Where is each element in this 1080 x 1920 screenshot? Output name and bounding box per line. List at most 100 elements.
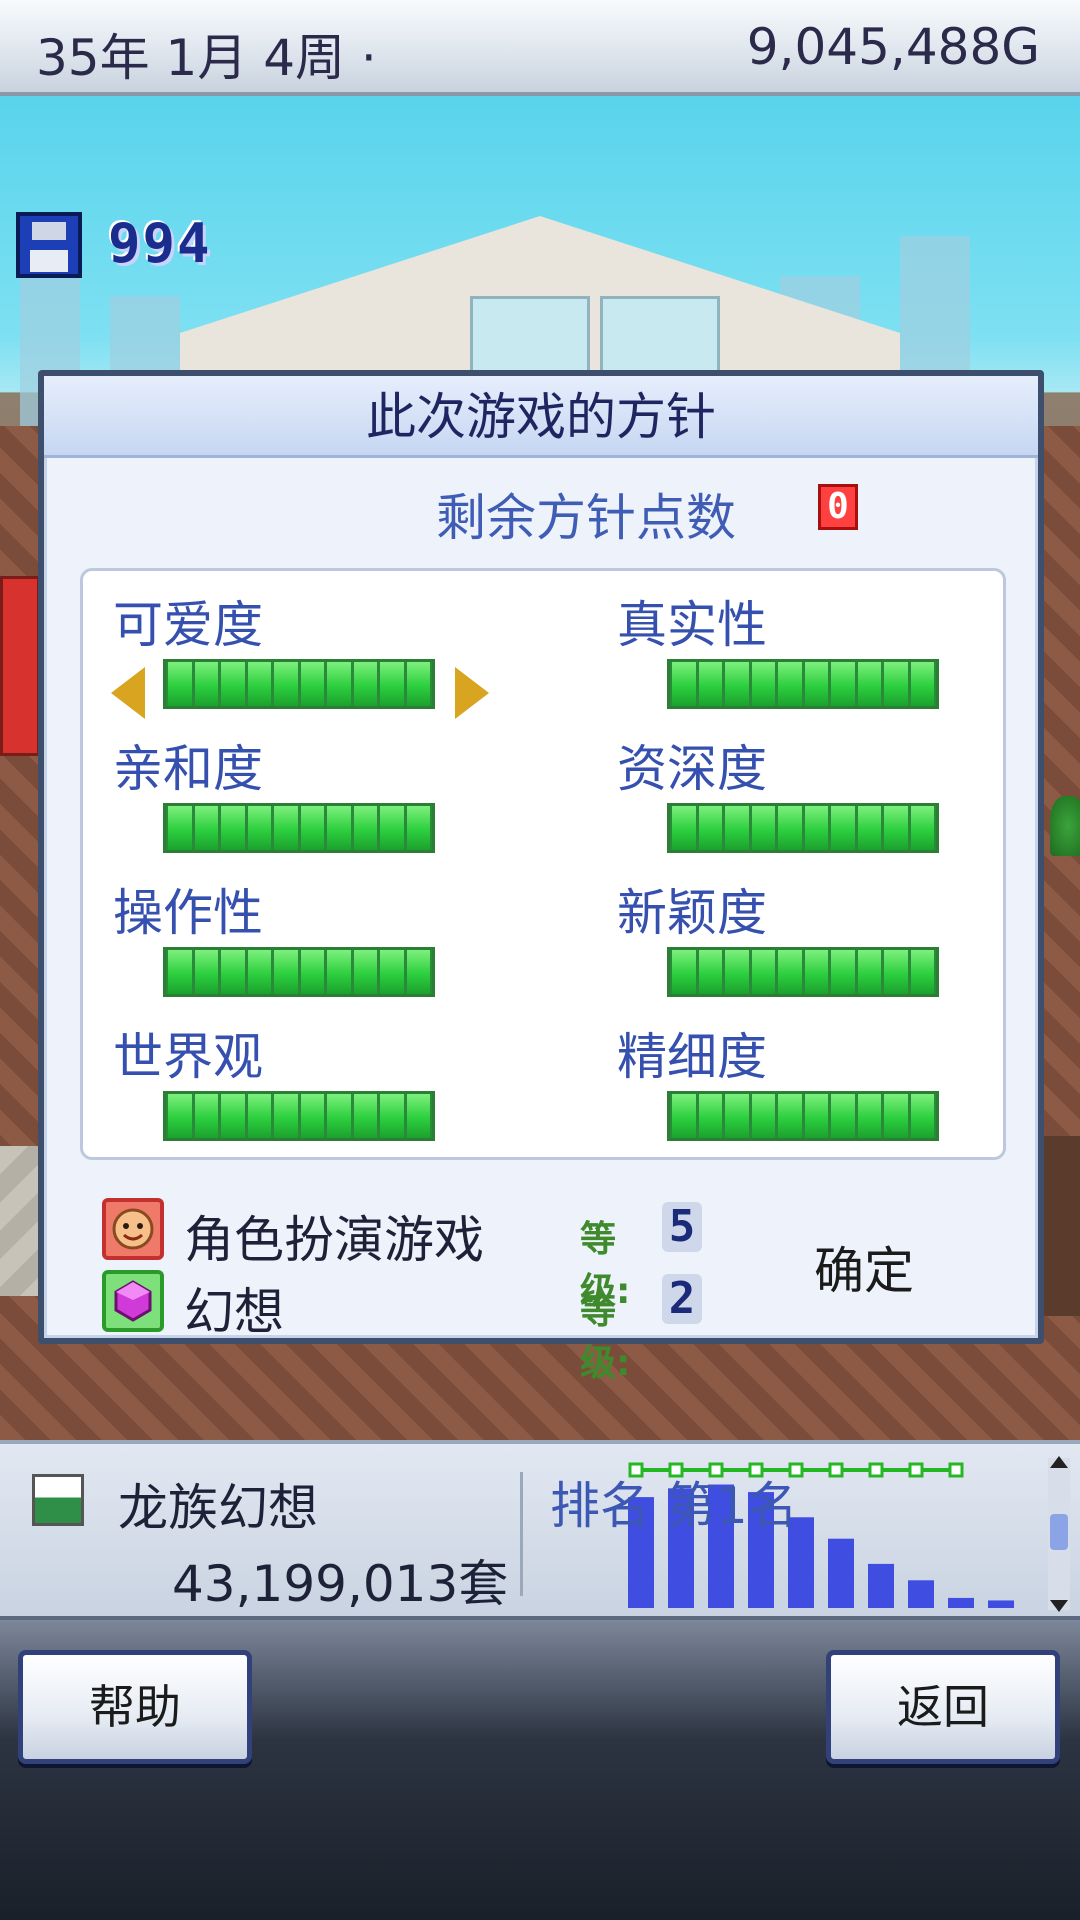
attribute-label: 精细度 <box>617 1028 767 1086</box>
chart-bar <box>828 1538 854 1608</box>
scroll-down-icon[interactable] <box>1050 1600 1068 1612</box>
level-label: 等级: <box>580 1291 631 1384</box>
bar-segment <box>831 1094 855 1138</box>
attribute-affinity[interactable]: 亲和度 <box>83 715 503 855</box>
bar-segment <box>406 950 430 994</box>
bar-segment <box>725 950 749 994</box>
back-button[interactable]: 返回 <box>826 1650 1060 1764</box>
attribute-bar <box>667 1091 939 1141</box>
bar-segment <box>247 1094 271 1138</box>
bar-segment <box>406 806 430 850</box>
bar-segment <box>751 806 775 850</box>
bar-segment <box>751 662 775 706</box>
bar-segment <box>300 662 324 706</box>
bar-segment <box>698 950 722 994</box>
attribute-bar <box>667 947 939 997</box>
scrollbar[interactable] <box>1048 1456 1070 1612</box>
attribute-label: 亲和度 <box>113 740 263 798</box>
scroll-thumb[interactable] <box>1050 1514 1068 1550</box>
sales-chart <box>628 1462 1014 1608</box>
save-count: 994 <box>108 212 212 275</box>
vending-machine <box>0 576 40 756</box>
bar-segment <box>221 1094 245 1138</box>
bar-segment <box>804 950 828 994</box>
help-button[interactable]: 帮助 <box>18 1650 252 1764</box>
chart-bar <box>908 1580 934 1608</box>
plant <box>1050 796 1080 856</box>
attribute-depth[interactable]: 资深度 <box>587 715 1007 855</box>
bar-segment <box>672 806 696 850</box>
bar-segment <box>672 1094 696 1138</box>
bar-segment <box>194 806 218 850</box>
sales-panel[interactable]: 龙族幻想 43,199,013套 排名 第1名 <box>0 1440 1080 1620</box>
rank-point <box>948 1462 964 1478</box>
floppy-disk-icon[interactable] <box>16 212 82 278</box>
policy-dialog: 此次游戏的方针 剩余方针点数 0 可爱度 真实性 亲和度 资深度 操作性 新颖度 <box>38 370 1044 1384</box>
bar-segment <box>221 662 245 706</box>
bar-segment <box>406 662 430 706</box>
genre-name: 角色扮演游戏 <box>184 1211 484 1269</box>
bar-segment <box>168 1094 192 1138</box>
bar-segment <box>353 1094 377 1138</box>
attribute-novelty[interactable]: 新颖度 <box>587 859 1007 999</box>
bar-segment <box>380 950 404 994</box>
rank-label: 排名 第1名 <box>550 1477 798 1535</box>
remaining-points-label: 剩余方针点数 <box>436 489 736 547</box>
bar-segment <box>327 806 351 850</box>
bar-segment <box>804 806 828 850</box>
bar-segment <box>274 950 298 994</box>
bar-segment <box>247 662 271 706</box>
bar-segment <box>380 806 404 850</box>
bar-segment <box>778 950 802 994</box>
bar-segment <box>327 1094 351 1138</box>
attribute-label: 世界观 <box>113 1028 263 1086</box>
bar-segment <box>884 950 908 994</box>
bar-segment <box>831 806 855 850</box>
confirm-button[interactable]: 确定 <box>774 1236 954 1306</box>
bar-segment <box>910 662 934 706</box>
attribute-panel: 可爱度 真实性 亲和度 资深度 操作性 新颖度 世界观 精细度 <box>80 568 1006 1160</box>
bar-segment <box>380 662 404 706</box>
attribute-label: 新颖度 <box>617 884 767 942</box>
attribute-realism[interactable]: 真实性 <box>587 571 1007 711</box>
level-value: 5 <box>662 1202 702 1252</box>
bar-segment <box>831 662 855 706</box>
bar-segment <box>274 662 298 706</box>
bottom-nav: 帮助 返回 <box>0 1620 1080 1920</box>
arrow-left-icon[interactable] <box>111 667 145 719</box>
chart-bar <box>868 1563 894 1608</box>
bar-segment <box>725 662 749 706</box>
bar-segment <box>778 1094 802 1138</box>
bar-segment <box>274 1094 298 1138</box>
attribute-controls[interactable]: 操作性 <box>83 859 503 999</box>
bar-segment <box>300 806 324 850</box>
chart-bar <box>988 1600 1014 1608</box>
attribute-label: 真实性 <box>617 596 767 654</box>
bar-segment <box>910 806 934 850</box>
scroll-up-icon[interactable] <box>1050 1456 1068 1468</box>
funds: 9,045,488G <box>746 18 1040 76</box>
subgenre-name: 幻想 <box>184 1283 284 1341</box>
bar-segment <box>698 806 722 850</box>
bar-segment <box>698 1094 722 1138</box>
bar-segment <box>380 1094 404 1138</box>
bar-segment <box>831 950 855 994</box>
attribute-worldview[interactable]: 世界观 <box>83 1003 503 1143</box>
bar-segment <box>353 662 377 706</box>
bar-segment <box>221 950 245 994</box>
arrow-right-icon[interactable] <box>455 667 489 719</box>
bar-segment <box>353 950 377 994</box>
bar-segment <box>884 806 908 850</box>
bar-segment <box>672 662 696 706</box>
remaining-points-value: 0 <box>818 484 858 530</box>
attribute-detail[interactable]: 精细度 <box>587 1003 1007 1143</box>
bar-segment <box>168 950 192 994</box>
bar-segment <box>751 1094 775 1138</box>
bar-segment <box>300 950 324 994</box>
bar-segment <box>778 662 802 706</box>
bar-segment <box>751 950 775 994</box>
attribute-cute[interactable]: 可爱度 <box>83 571 503 719</box>
attribute-bar <box>163 659 435 709</box>
bar-segment <box>300 1094 324 1138</box>
bar-segment <box>725 806 749 850</box>
